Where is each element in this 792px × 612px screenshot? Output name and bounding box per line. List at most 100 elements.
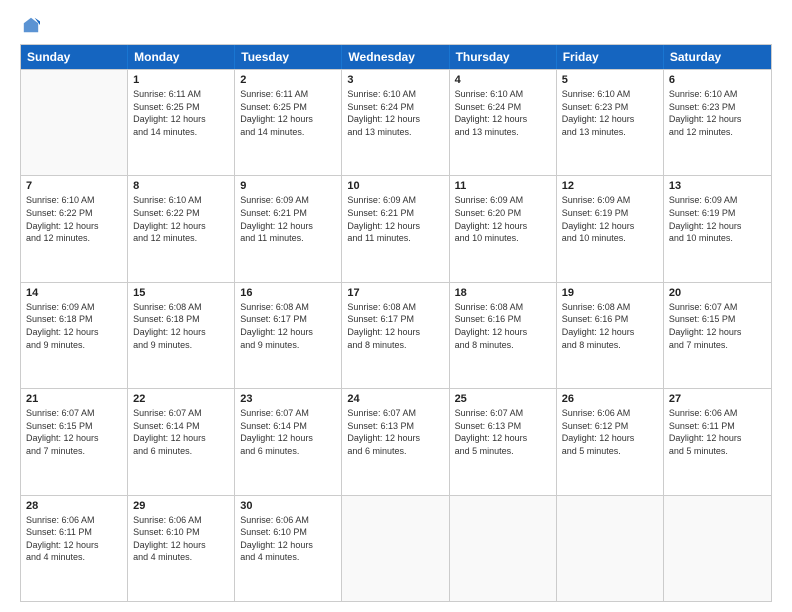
calendar-day-5: 5 Sunrise: 6:10 AM Sunset: 6:23 PM Daylig… [557,70,664,175]
day-number: 15 [133,287,229,299]
calendar-day-18: 18Sunrise: 6:08 AM Sunset: 6:16 PM Dayli… [450,283,557,388]
day-info: Sunrise: 6:10 AM Sunset: 6:22 PM Dayligh… [133,194,229,244]
header-day-sunday: Sunday [21,45,128,69]
day-number: 5 [562,74,658,86]
calendar-empty-cell [450,496,557,601]
day-info: Sunrise: 6:09 AM Sunset: 6:21 PM Dayligh… [240,194,336,244]
calendar-day-6: 6 Sunrise: 6:10 AM Sunset: 6:23 PM Daylig… [664,70,771,175]
calendar-day-16: 16 Sunrise: 6:08 AM Sunset: 6:17 PM Dayli… [235,283,342,388]
calendar-row-1: 7 Sunrise: 6:10 AM Sunset: 6:22 PM Daylig… [21,175,771,281]
calendar-day-13: 13Sunrise: 6:09 AM Sunset: 6:19 PM Dayli… [664,176,771,281]
header-day-tuesday: Tuesday [235,45,342,69]
day-info: Sunrise: 6:10 AM Sunset: 6:23 PM Dayligh… [669,88,766,138]
day-info: Sunrise: 6:07 AM Sunset: 6:13 PM Dayligh… [347,407,443,457]
calendar-day-28: 28Sunrise: 6:06 AM Sunset: 6:11 PM Dayli… [21,496,128,601]
day-number: 21 [26,393,122,405]
day-info: Sunrise: 6:06 AM Sunset: 6:10 PM Dayligh… [240,514,336,564]
day-info: Sunrise: 6:07 AM Sunset: 6:15 PM Dayligh… [669,301,766,351]
calendar-day-22: 22 Sunrise: 6:07 AM Sunset: 6:14 PM Dayli… [128,389,235,494]
day-number: 3 [347,74,443,86]
header [20,16,772,34]
day-info: Sunrise: 6:07 AM Sunset: 6:14 PM Dayligh… [240,407,336,457]
day-number: 20 [669,287,766,299]
day-number: 26 [562,393,658,405]
calendar-day-19: 19 Sunrise: 6:08 AM Sunset: 6:16 PM Dayli… [557,283,664,388]
calendar-day-23: 23 Sunrise: 6:07 AM Sunset: 6:14 PM Dayli… [235,389,342,494]
calendar-day-12: 12 Sunrise: 6:09 AM Sunset: 6:19 PM Dayli… [557,176,664,281]
day-number: 29 [133,500,229,512]
day-info: Sunrise: 6:09 AM Sunset: 6:21 PM Dayligh… [347,194,443,244]
day-info: Sunrise: 6:07 AM Sunset: 6:14 PM Dayligh… [133,407,229,457]
calendar-empty-cell [342,496,449,601]
calendar-header: SundayMondayTuesdayWednesdayThursdayFrid… [21,45,771,69]
calendar-body: 1 Sunrise: 6:11 AM Sunset: 6:25 PM Daylig… [21,69,771,601]
day-number: 30 [240,500,336,512]
day-number: 19 [562,287,658,299]
logo-icon [22,16,40,34]
day-info: Sunrise: 6:08 AM Sunset: 6:16 PM Dayligh… [455,301,551,351]
calendar-day-4: 4 Sunrise: 6:10 AM Sunset: 6:24 PM Daylig… [450,70,557,175]
day-info: Sunrise: 6:06 AM Sunset: 6:11 PM Dayligh… [669,407,766,457]
calendar-day-2: 2 Sunrise: 6:11 AM Sunset: 6:25 PM Daylig… [235,70,342,175]
day-info: Sunrise: 6:06 AM Sunset: 6:12 PM Dayligh… [562,407,658,457]
calendar-day-25: 25 Sunrise: 6:07 AM Sunset: 6:13 PM Dayli… [450,389,557,494]
day-info: Sunrise: 6:08 AM Sunset: 6:18 PM Dayligh… [133,301,229,351]
calendar-day-1: 1Sunrise: 6:11 AM Sunset: 6:25 PM Daylig… [128,70,235,175]
day-number: 4 [455,74,551,86]
calendar-day-15: 15 Sunrise: 6:08 AM Sunset: 6:18 PM Dayli… [128,283,235,388]
day-number: 16 [240,287,336,299]
day-number: 13 [669,180,766,192]
day-info: Sunrise: 6:08 AM Sunset: 6:17 PM Dayligh… [347,301,443,351]
calendar-row-4: 28Sunrise: 6:06 AM Sunset: 6:11 PM Dayli… [21,495,771,601]
day-info: Sunrise: 6:10 AM Sunset: 6:23 PM Dayligh… [562,88,658,138]
calendar-row-3: 21 Sunrise: 6:07 AM Sunset: 6:15 PM Dayli… [21,388,771,494]
day-number: 12 [562,180,658,192]
day-number: 27 [669,393,766,405]
calendar-day-21: 21 Sunrise: 6:07 AM Sunset: 6:15 PM Dayli… [21,389,128,494]
day-info: Sunrise: 6:10 AM Sunset: 6:24 PM Dayligh… [347,88,443,138]
calendar-row-2: 14Sunrise: 6:09 AM Sunset: 6:18 PM Dayli… [21,282,771,388]
day-info: Sunrise: 6:07 AM Sunset: 6:13 PM Dayligh… [455,407,551,457]
day-number: 6 [669,74,766,86]
calendar-day-29: 29Sunrise: 6:06 AM Sunset: 6:10 PM Dayli… [128,496,235,601]
day-number: 17 [347,287,443,299]
day-number: 8 [133,180,229,192]
calendar-day-3: 3 Sunrise: 6:10 AM Sunset: 6:24 PM Daylig… [342,70,449,175]
day-number: 14 [26,287,122,299]
day-number: 2 [240,74,336,86]
calendar-day-26: 26 Sunrise: 6:06 AM Sunset: 6:12 PM Dayli… [557,389,664,494]
day-number: 9 [240,180,336,192]
day-info: Sunrise: 6:10 AM Sunset: 6:22 PM Dayligh… [26,194,122,244]
day-info: Sunrise: 6:08 AM Sunset: 6:16 PM Dayligh… [562,301,658,351]
day-info: Sunrise: 6:08 AM Sunset: 6:17 PM Dayligh… [240,301,336,351]
calendar-empty-cell [21,70,128,175]
day-number: 23 [240,393,336,405]
header-day-saturday: Saturday [664,45,771,69]
calendar-row-0: 1 Sunrise: 6:11 AM Sunset: 6:25 PM Daylig… [21,69,771,175]
calendar-day-10: 10 Sunrise: 6:09 AM Sunset: 6:21 PM Dayli… [342,176,449,281]
day-info: Sunrise: 6:07 AM Sunset: 6:15 PM Dayligh… [26,407,122,457]
day-number: 22 [133,393,229,405]
calendar-day-30: 30 Sunrise: 6:06 AM Sunset: 6:10 PM Dayli… [235,496,342,601]
calendar-day-20: 20 Sunrise: 6:07 AM Sunset: 6:15 PM Dayli… [664,283,771,388]
day-info: Sunrise: 6:10 AM Sunset: 6:24 PM Dayligh… [455,88,551,138]
day-info: Sunrise: 6:09 AM Sunset: 6:19 PM Dayligh… [562,194,658,244]
calendar-day-14: 14Sunrise: 6:09 AM Sunset: 6:18 PM Dayli… [21,283,128,388]
header-day-wednesday: Wednesday [342,45,449,69]
header-day-thursday: Thursday [450,45,557,69]
calendar-day-11: 11Sunrise: 6:09 AM Sunset: 6:20 PM Dayli… [450,176,557,281]
day-info: Sunrise: 6:11 AM Sunset: 6:25 PM Dayligh… [240,88,336,138]
day-info: Sunrise: 6:09 AM Sunset: 6:20 PM Dayligh… [455,194,551,244]
day-number: 25 [455,393,551,405]
header-day-monday: Monday [128,45,235,69]
calendar: SundayMondayTuesdayWednesdayThursdayFrid… [20,44,772,602]
day-number: 10 [347,180,443,192]
day-number: 1 [133,74,229,86]
day-info: Sunrise: 6:06 AM Sunset: 6:11 PM Dayligh… [26,514,122,564]
calendar-empty-cell [557,496,664,601]
calendar-day-8: 8 Sunrise: 6:10 AM Sunset: 6:22 PM Daylig… [128,176,235,281]
calendar-day-17: 17 Sunrise: 6:08 AM Sunset: 6:17 PM Dayli… [342,283,449,388]
calendar-day-27: 27 Sunrise: 6:06 AM Sunset: 6:11 PM Dayli… [664,389,771,494]
day-number: 24 [347,393,443,405]
day-number: 7 [26,180,122,192]
